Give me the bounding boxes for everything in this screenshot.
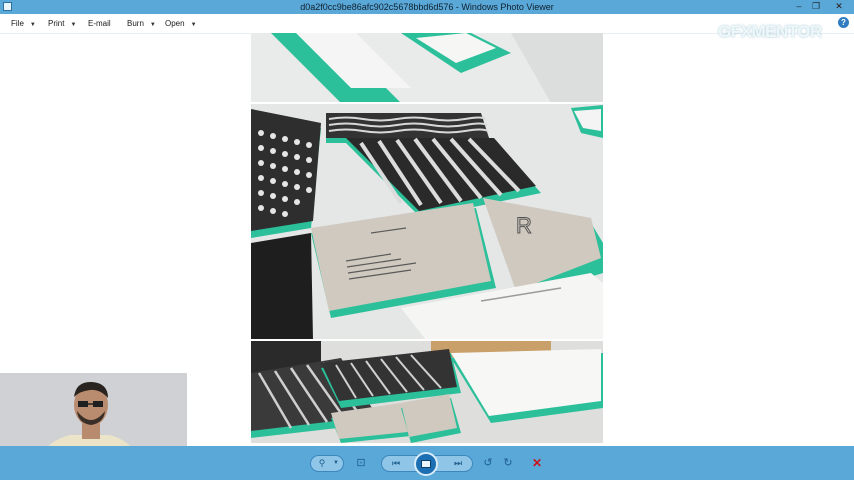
slideshow-icon [421,460,431,468]
actual-size-button[interactable]: ⊡ [353,455,369,471]
next-icon[interactable]: ⏭ [450,456,466,471]
watermark-logo: GFXMENTOR [718,22,822,41]
previous-icon[interactable]: ⏮ [388,456,404,471]
maximize-button[interactable]: ❐ [805,0,827,14]
chevron-down-icon: ▼ [70,22,77,28]
chevron-down-icon: ▼ [333,460,339,466]
delete-button[interactable]: ✕ [529,455,545,471]
rotate-clockwise-button[interactable]: ↻ [500,455,516,471]
svg-text:R: R [516,213,532,238]
business-card-mockup-image: R [251,33,603,443]
menu-email-label: E-mail [88,19,111,28]
menu-file-label: File [11,19,24,28]
zoom-icon: ⚲ [318,458,326,468]
menu-print-label: Print [48,19,65,28]
chevron-down-icon: ▼ [190,22,197,28]
menu-burn[interactable]: Burn ▼ [127,14,156,33]
menu-burn-label: Burn [127,19,144,28]
chevron-down-icon: ▼ [29,22,36,28]
zoom-control[interactable]: ⚲ ▼ [310,455,344,472]
photo-canvas[interactable]: R [251,33,603,443]
title-bar: d0a2f0cc9be86afc902c5678bbd6d576 - Windo… [0,0,854,14]
help-button[interactable]: ? [838,17,849,28]
menu-print[interactable]: Print ▼ [48,14,76,33]
menu-file[interactable]: File ▼ [11,14,36,33]
menu-open-label: Open [165,19,185,28]
close-button[interactable]: ✕ [828,0,850,14]
rotate-counterclockwise-button[interactable]: ↺ [480,455,496,471]
menu-email[interactable]: E-mail [88,14,111,33]
window-title: d0a2f0cc9be86afc902c5678bbd6d576 - Windo… [300,2,554,12]
slideshow-button[interactable] [414,452,438,476]
menu-open[interactable]: Open ▼ [165,14,197,33]
chevron-down-icon: ▼ [149,22,156,28]
